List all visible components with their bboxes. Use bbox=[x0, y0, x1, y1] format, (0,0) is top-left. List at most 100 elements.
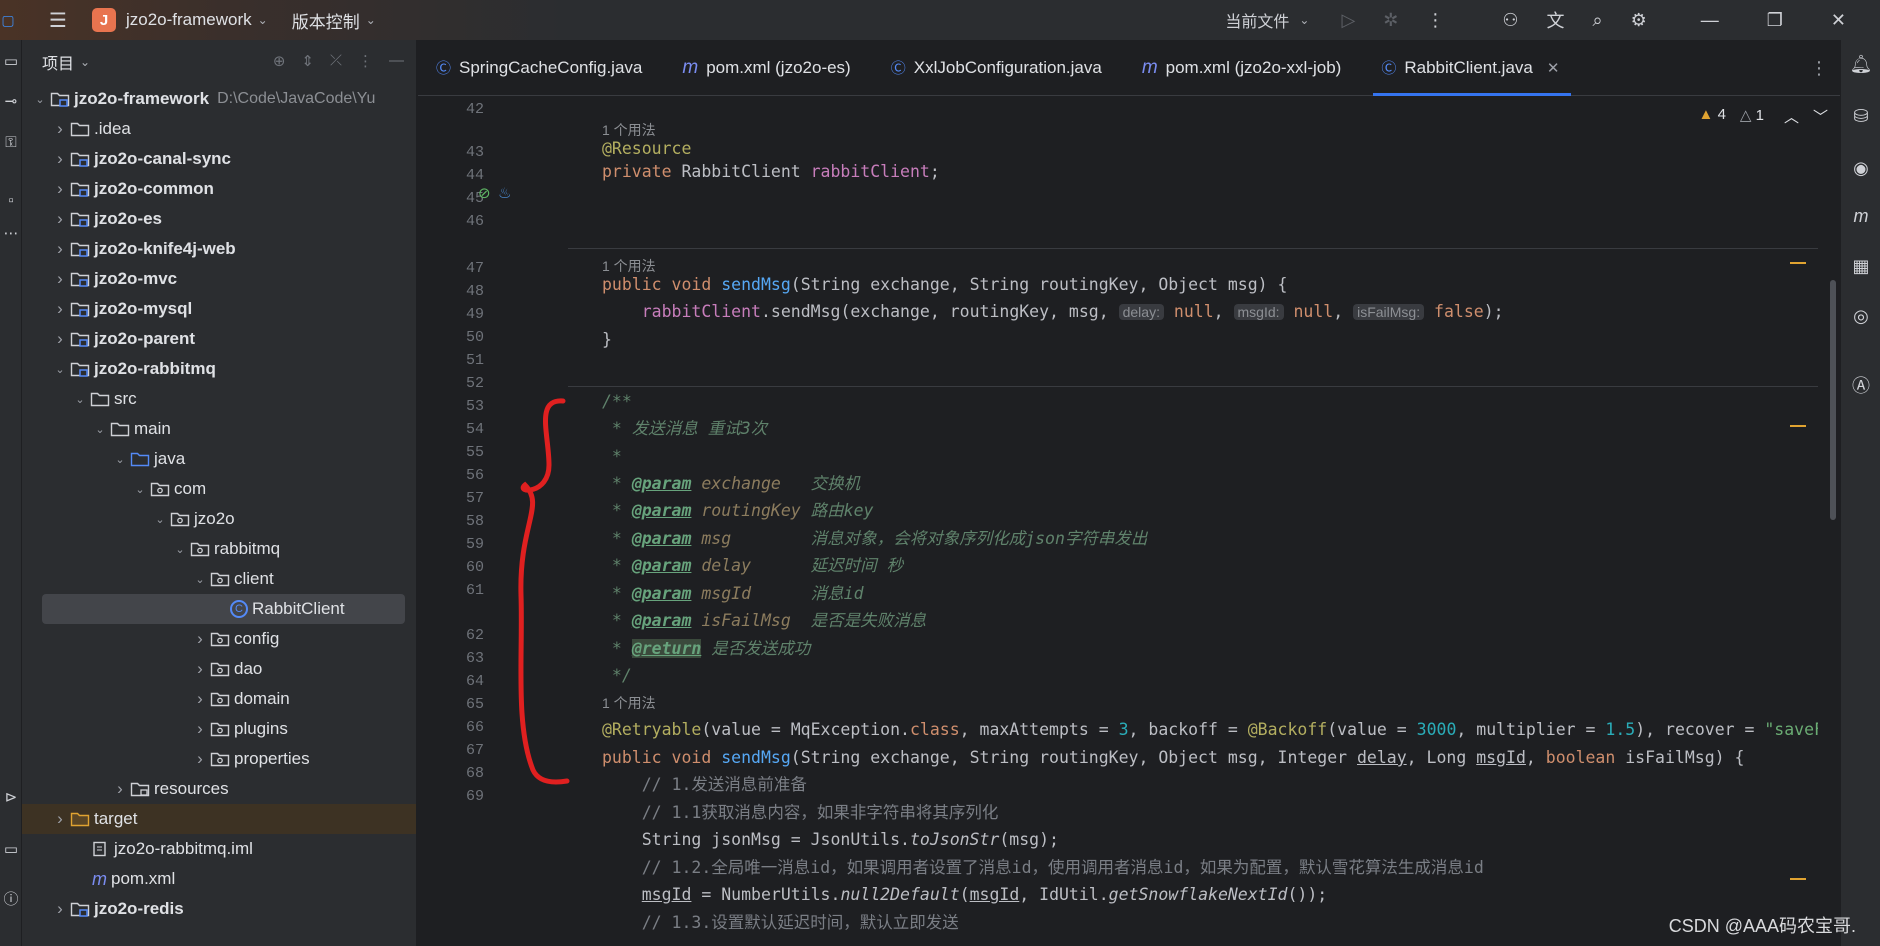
chevron-right-icon[interactable]: › bbox=[52, 209, 68, 229]
tabs-more-icon[interactable]: ⋮ bbox=[1810, 58, 1828, 79]
line-number[interactable]: 64 bbox=[418, 673, 484, 690]
project-badge[interactable]: J bbox=[92, 8, 116, 32]
bean-navigation-icon[interactable]: ⊘ bbox=[478, 184, 491, 202]
tab-springcacheconfig[interactable]: Ⓒ SpringCacheConfig.java bbox=[418, 40, 664, 96]
warning-stripe[interactable] bbox=[1790, 262, 1806, 264]
tree-item-pom-xml[interactable]: m pom.xml bbox=[22, 864, 416, 894]
tree-item-target[interactable]: › target bbox=[22, 804, 416, 834]
translate-icon[interactable]: 文 bbox=[1547, 7, 1565, 33]
line-number[interactable]: 58 bbox=[418, 513, 484, 530]
add-user-icon[interactable]: ⚇ bbox=[1502, 10, 1518, 31]
line-number[interactable]: 43 bbox=[418, 144, 484, 161]
line-number[interactable]: 67 bbox=[418, 742, 484, 759]
chevron-right-icon[interactable]: › bbox=[192, 629, 208, 649]
editor-scrollbar[interactable] bbox=[1830, 280, 1836, 520]
chevron-right-icon[interactable]: › bbox=[52, 119, 68, 139]
chevron-down-icon[interactable]: ⌄ bbox=[192, 573, 208, 586]
tree-item-rabbitclient[interactable]: C RabbitClient bbox=[42, 594, 405, 624]
tree-item-jzo2o-canal-sync[interactable]: › jzo2o-canal-sync bbox=[22, 144, 416, 174]
services-tool-icon[interactable]: ⊳ bbox=[0, 788, 22, 806]
maven-tool-icon[interactable]: m bbox=[1849, 206, 1873, 227]
line-number[interactable]: 68 bbox=[418, 765, 484, 782]
more-tools-icon[interactable]: ⋯ bbox=[0, 224, 22, 242]
tree-item-jzo2o-knife4j-web[interactable]: › jzo2o-knife4j-web bbox=[22, 234, 416, 264]
minimize-icon[interactable]: — bbox=[1701, 10, 1719, 31]
chevron-right-icon[interactable]: › bbox=[52, 329, 68, 349]
close-tab-icon[interactable]: ✕ bbox=[1547, 59, 1560, 77]
line-number[interactable]: 51 bbox=[418, 352, 484, 369]
chevron-down-icon[interactable]: ⌄ bbox=[32, 93, 48, 106]
line-number[interactable]: 66 bbox=[418, 719, 484, 736]
tree-item-config[interactable]: › config bbox=[22, 624, 416, 654]
line-number[interactable]: 65 bbox=[418, 696, 484, 713]
tree-item-idea[interactable]: › .idea bbox=[22, 114, 416, 144]
line-number[interactable]: 45 bbox=[418, 190, 484, 207]
warning-stripe[interactable] bbox=[1790, 878, 1806, 880]
tree-item-jzo2o-parent[interactable]: › jzo2o-parent bbox=[22, 324, 416, 354]
tree-item-rabbitmq[interactable]: ⌄ rabbitmq bbox=[22, 534, 416, 564]
line-number[interactable]: 49 bbox=[418, 306, 484, 323]
chevron-right-icon[interactable]: › bbox=[192, 719, 208, 739]
project-tool-icon[interactable]: ▭ bbox=[0, 52, 22, 70]
line-number[interactable]: 42 bbox=[418, 101, 484, 118]
text-tool-icon[interactable]: Ⓐ bbox=[1849, 372, 1873, 398]
tree-item-java[interactable]: ⌄ java bbox=[22, 444, 416, 474]
line-number[interactable]: 52 bbox=[418, 375, 484, 392]
restore-icon[interactable]: ❐ bbox=[1767, 10, 1783, 31]
tree-item-plugins[interactable]: › plugins bbox=[22, 714, 416, 744]
tab-rabbitclient[interactable]: Ⓒ RabbitClient.java ✕ bbox=[1363, 40, 1581, 96]
tree-item-com[interactable]: ⌄ com bbox=[22, 474, 416, 504]
chevron-right-icon[interactable]: › bbox=[52, 269, 68, 289]
usage-hint[interactable]: 1 个用法 bbox=[602, 693, 656, 713]
run-icon[interactable]: ▷ bbox=[1341, 10, 1355, 31]
settings-gear-icon[interactable]: ⚙ bbox=[1631, 10, 1647, 31]
debug-icon[interactable]: ✲ bbox=[1383, 10, 1398, 31]
hide-panel-icon[interactable]: — bbox=[389, 52, 404, 70]
chevron-down-icon[interactable]: ⌄ bbox=[112, 453, 128, 466]
tree-item-jzo2o-rabbitmq-iml[interactable]: jzo2o-rabbitmq.iml bbox=[22, 834, 416, 864]
options-icon[interactable]: ⋮ bbox=[358, 52, 373, 70]
chevron-right-icon[interactable]: › bbox=[52, 809, 68, 829]
chevron-right-icon[interactable]: › bbox=[192, 659, 208, 679]
tree-item-jzo2o-mvc[interactable]: › jzo2o-mvc bbox=[22, 264, 416, 294]
notifications-icon[interactable]: 🔔︎ bbox=[1849, 54, 1873, 75]
line-number[interactable]: 56 bbox=[418, 467, 484, 484]
commit-tool-icon[interactable]: ⊸ bbox=[0, 92, 22, 110]
locate-icon[interactable]: ⊕ bbox=[273, 52, 286, 70]
tree-item-jzo2o-es[interactable]: › jzo2o-es bbox=[22, 204, 416, 234]
line-number[interactable]: 69 bbox=[418, 788, 484, 805]
chevron-right-icon[interactable]: › bbox=[192, 749, 208, 769]
tab-pom-es[interactable]: m pom.xml (jzo2o-es) bbox=[664, 40, 872, 96]
line-number[interactable]: 46 bbox=[418, 213, 484, 230]
tree-item-jzo2o[interactable]: ⌄ jzo2o bbox=[22, 504, 416, 534]
search-icon[interactable]: ⌕ bbox=[1593, 10, 1603, 31]
warning-stripe[interactable] bbox=[1790, 425, 1806, 427]
tree-item-main[interactable]: ⌄ main bbox=[22, 414, 416, 444]
injected-bean-icon[interactable]: ♨ bbox=[498, 184, 511, 202]
line-number[interactable]: 47 bbox=[418, 260, 484, 277]
line-number[interactable]: 63 bbox=[418, 650, 484, 667]
code-view[interactable]: 1 个用法 @Resource private RabbitClient rab… bbox=[548, 96, 1818, 946]
tree-item-jzo2o-framework[interactable]: ⌄ jzo2o-framework D:\Code\JavaCode\Yu bbox=[22, 84, 416, 114]
chevron-right-icon[interactable]: › bbox=[52, 299, 68, 319]
terminal-tool-icon[interactable]: ▭ bbox=[0, 840, 22, 858]
chevron-down-icon[interactable]: ⌄ bbox=[1299, 13, 1309, 27]
line-number[interactable]: 55 bbox=[418, 444, 484, 461]
chevron-down-icon[interactable]: ⌄ bbox=[258, 13, 268, 27]
chevron-down-icon[interactable]: ⌄ bbox=[132, 483, 148, 496]
more-actions-icon[interactable]: ⋮ bbox=[1426, 10, 1444, 31]
chevron-right-icon[interactable]: › bbox=[52, 899, 68, 919]
chevron-down-icon[interactable]: ⌄ bbox=[52, 363, 68, 376]
tab-xxljobconfiguration[interactable]: Ⓒ XxlJobConfiguration.java bbox=[873, 40, 1124, 96]
expand-all-icon[interactable]: ⇕ bbox=[301, 52, 314, 70]
bookmarks-tool-icon[interactable]: ▫ bbox=[0, 192, 22, 209]
ai-assistant-icon[interactable]: ◎ bbox=[1849, 306, 1873, 327]
chevron-right-icon[interactable]: › bbox=[112, 779, 128, 799]
tab-pom-xxl-job[interactable]: m pom.xml (jzo2o-xxl-job) bbox=[1124, 40, 1364, 96]
chevron-down-icon[interactable]: ⌄ bbox=[366, 13, 376, 27]
collapse-all-icon[interactable]: ⤫ bbox=[330, 52, 342, 70]
line-number[interactable]: 57 bbox=[418, 490, 484, 507]
tree-item-jzo2o-rabbitmq[interactable]: ⌄ jzo2o-rabbitmq bbox=[22, 354, 416, 384]
database-icon[interactable]: ⛁ bbox=[1849, 106, 1873, 127]
tree-item-properties[interactable]: › properties bbox=[22, 744, 416, 774]
